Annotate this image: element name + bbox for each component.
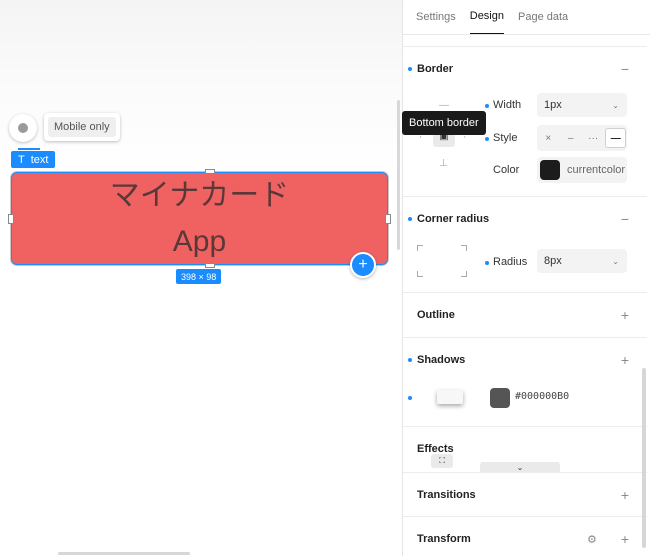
remove-border-button[interactable]: − [621,61,629,77]
shadow-color-swatch[interactable] [490,388,510,408]
outline-header[interactable]: Outline + [403,293,647,337]
resize-handle-top[interactable] [205,169,215,174]
style-label: Style [493,132,518,144]
border-width-select[interactable]: 1px ⌄ [537,93,627,117]
text-type-icon: T [18,153,25,166]
corner-bottom-right-icon[interactable] [461,271,467,277]
circle-icon [18,123,28,133]
style-solid-option[interactable]: — [605,128,627,148]
outline-section: Outline + [403,292,647,337]
corner-top-right-icon[interactable] [461,245,467,251]
view-toggle-button[interactable] [9,114,37,142]
border-color-value: currentcolor [567,164,626,176]
mobile-only-label: Mobile only [48,117,116,137]
modified-dot [485,104,489,108]
modified-dot [408,396,412,400]
modified-dot [408,358,412,362]
modified-dot [408,217,412,221]
border-top-icon[interactable]: — [439,101,449,111]
border-title: Border [417,63,454,75]
shadow-color-value[interactable]: #000000B0 [515,391,569,402]
modified-dot [485,261,489,265]
gear-icon[interactable]: ⚙ [587,533,597,546]
style-dotted-option[interactable]: ··· [583,128,603,148]
modified-dot [485,137,489,141]
modified-dot [408,67,412,71]
panel-scrollbar[interactable] [642,368,646,548]
resize-handle-right[interactable] [385,214,391,224]
add-transform-button[interactable]: + [621,531,629,547]
shadows-header[interactable]: Shadows + [403,338,647,382]
corner-radius-title: Corner radius [417,213,490,225]
shadows-section: Shadows + [403,337,647,426]
size-badge: 398 × 98 [176,269,222,284]
plus-icon: + [358,256,368,273]
collapse-button[interactable]: ⌄ [480,462,560,472]
color-swatch[interactable] [540,160,560,180]
color-label: Color [493,164,520,176]
element-type-text: text [30,153,49,166]
chevron-down-icon: ⌄ [612,100,619,110]
bottom-border-tooltip: Bottom border [402,111,486,135]
transform-title: Transform [417,533,471,545]
properties-panel: Settings Design Page data Border − — ⁝ ▣… [402,0,650,556]
chevron-down-icon: ⌄ [612,256,619,266]
transitions-section: Transitions + [403,472,647,516]
tab-design[interactable]: Design [469,10,504,34]
style-dashed-option[interactable]: – [560,128,580,148]
border-side-picker: — ⁝ ▣ ⁝ ⊥ [417,99,477,171]
active-indicator [18,148,40,150]
canvas[interactable]: Mobile only T text マイナカード App 398 × 98 + [0,0,402,556]
add-shadow-button[interactable]: + [621,352,629,368]
element-text-line-2: App [172,225,227,258]
transitions-title: Transitions [417,489,476,501]
radius-value: 8px [544,255,562,267]
border-width-value: 1px [544,99,562,111]
add-element-button[interactable]: + [350,252,376,278]
tab-page-data[interactable]: Page data [518,11,568,34]
corner-radius-section: Corner radius − ⛶ Radius 8px ⌄ [403,196,647,468]
outline-title: Outline [417,309,455,321]
radius-select[interactable]: 8px ⌄ [537,249,627,273]
element-text-line-1: マイナカード [109,179,290,212]
element-text[interactable]: マイナカード App [12,173,387,265]
style-none-option[interactable]: × [538,128,558,148]
width-label: Width [493,99,522,111]
transitions-header[interactable]: Transitions + [403,473,647,517]
border-bottom-icon[interactable]: ⊥ [439,159,448,169]
border-style-segmented: × – ··· — [537,125,627,151]
border-header[interactable]: Border − [403,47,647,91]
remove-corner-radius-button[interactable]: − [621,211,629,227]
add-transition-button[interactable]: + [621,487,629,503]
selected-text-element[interactable]: マイナカード App [8,169,391,268]
resize-handle-left[interactable] [8,214,14,224]
panel-tabs: Settings Design Page data [403,0,650,35]
chevron-down-icon: ⌄ [516,462,524,472]
corner-radius-header[interactable]: Corner radius − [403,197,647,241]
canvas-horizontal-scrollbar[interactable] [58,552,190,555]
transform-header[interactable]: Transform + [403,517,647,556]
shadow-preview[interactable] [437,390,463,404]
radius-label: Radius [493,256,528,268]
border-color-field[interactable]: currentcolor [537,157,627,183]
corner-bottom-left-icon[interactable] [417,271,423,277]
add-outline-button[interactable]: + [621,307,629,323]
tab-settings[interactable]: Settings [416,11,456,34]
corner-top-left-icon[interactable] [417,245,423,251]
mobile-only-chip[interactable]: Mobile only [44,113,120,141]
shadows-title: Shadows [417,354,466,366]
resize-handle-bottom[interactable] [205,263,215,268]
canvas-vertical-scrollbar[interactable] [397,100,400,250]
effects-title: Effects [417,443,454,455]
transform-section: Transform + [403,516,647,556]
element-type-label[interactable]: T text [11,151,56,168]
